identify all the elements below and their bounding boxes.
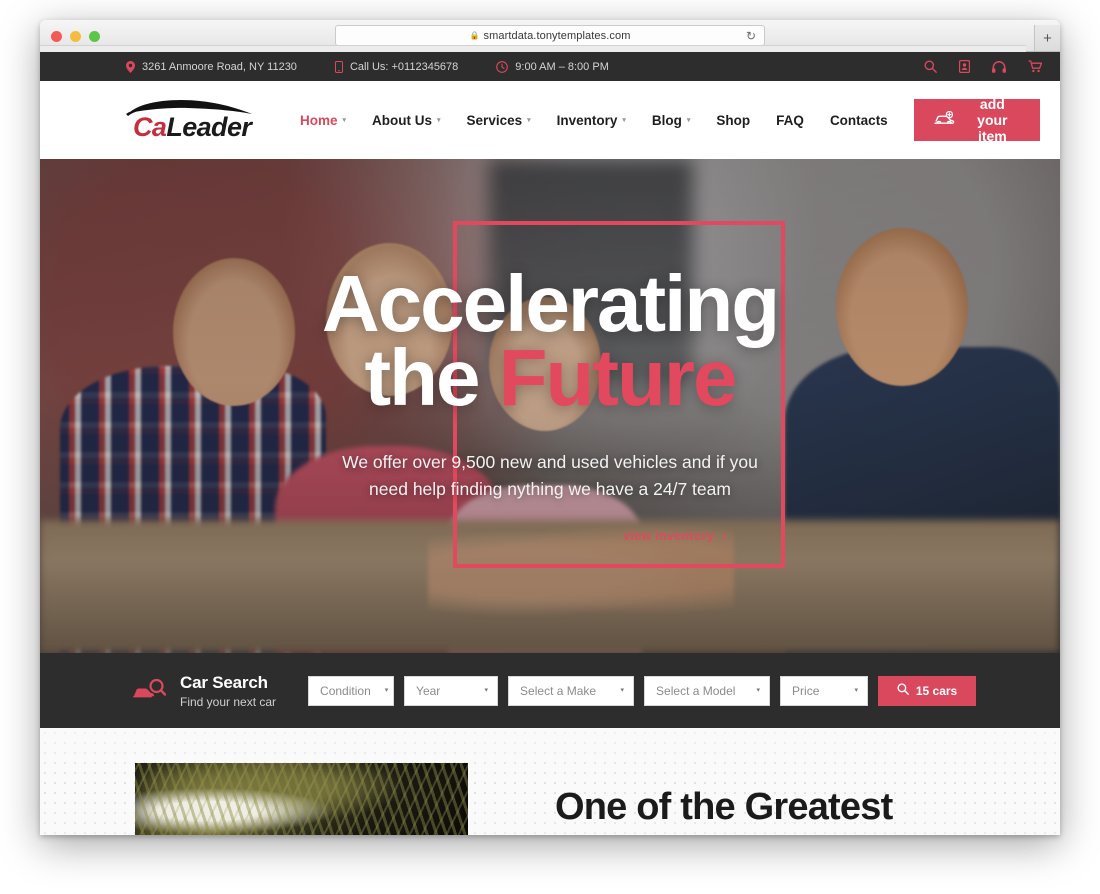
car-plus-icon: [934, 110, 955, 130]
car-search-submit-button[interactable]: 15 cars: [878, 675, 977, 706]
location-pin-icon: [126, 60, 135, 73]
chevron-down-icon: ▾: [756, 687, 761, 694]
nav-item-about-us[interactable]: About Us ▾: [372, 113, 441, 128]
nav-item-inventory[interactable]: Inventory ▾: [557, 113, 626, 128]
chevron-down-icon: ▾: [622, 116, 626, 124]
view-inventory-link[interactable]: view inventory ›: [623, 529, 727, 543]
nav-item-home[interactable]: Home ▾: [300, 113, 346, 128]
make-select-label: Select a Make: [520, 683, 597, 698]
add-your-item-button[interactable]: add your item: [913, 96, 1040, 144]
nav-label: FAQ: [776, 112, 804, 128]
new-tab-button[interactable]: +: [1034, 25, 1060, 51]
condition-select[interactable]: Condition ▾: [308, 675, 395, 706]
add-your-item-label: add your item: [977, 96, 1008, 144]
nav-label: Inventory: [556, 112, 618, 128]
nav-label: Contacts: [829, 112, 888, 128]
make-select[interactable]: Select a Make ▾: [508, 675, 635, 706]
nav-item-blog[interactable]: Blog ▾: [652, 113, 691, 128]
phone-text: Call Us: +0112345678: [349, 60, 459, 73]
model-select-label: Select a Model: [656, 683, 736, 698]
nav-item-contacts[interactable]: Contacts: [830, 113, 888, 128]
view-inventory-label: view inventory: [623, 529, 715, 544]
close-window-button[interactable]: [51, 31, 62, 42]
chevron-down-icon: ▾: [854, 687, 859, 694]
hero-title-line1: Accelerating: [321, 259, 780, 348]
nav-label: Blog: [651, 112, 682, 128]
hero-subtitle: We offer over 9,500 new and used vehicle…: [342, 451, 758, 499]
nav-label: Services: [466, 112, 523, 128]
nav-item-faq[interactable]: FAQ: [776, 113, 804, 128]
clock-icon: [496, 60, 509, 73]
chevron-down-icon: ▾: [384, 687, 389, 694]
hero-title-the: the: [364, 333, 499, 423]
web-page: 3261 Anmoore Road, NY 11230 Call Us: +01…: [40, 52, 1060, 835]
phone-info: Call Us: +0112345678: [334, 60, 459, 73]
window-traffic-lights[interactable]: [51, 31, 100, 42]
model-select[interactable]: Select a Model ▾: [644, 675, 771, 706]
chevron-down-icon: ▾: [620, 687, 625, 694]
browser-chrome-bar: 🔒 smartdata.tonytemplates.com ↻ +: [40, 20, 1060, 52]
nav-label: Home: [300, 112, 338, 128]
user-card-icon[interactable]: [959, 60, 970, 73]
address-info: 3261 Anmoore Road, NY 11230: [126, 60, 297, 73]
hours-text: 9:00 AM – 8:00 PM: [515, 60, 609, 73]
car-search-labels: Car Search Find your next car: [180, 673, 276, 709]
car-search-title: Car Search: [180, 672, 268, 692]
below-fold-section: One of the Greatest: [40, 728, 1060, 835]
reload-icon[interactable]: ↻: [746, 30, 756, 43]
url-text: smartdata.tonytemplates.com: [483, 29, 631, 42]
condition-select-label: Condition: [320, 683, 371, 698]
address-text: 3261 Anmoore Road, NY 11230: [142, 60, 297, 73]
logo-text-part1: Ca: [133, 112, 167, 142]
nav-item-services[interactable]: Services ▾: [467, 113, 531, 128]
price-select-label: Price: [792, 683, 820, 698]
car-search-bar: Car Search Find your next car Condition …: [40, 653, 1060, 728]
chevron-right-icon: ›: [722, 529, 727, 544]
hero-title: Accelerating the Future: [321, 259, 780, 418]
topbar-icon-group: [924, 60, 1042, 73]
year-select[interactable]: Year ▾: [404, 675, 499, 706]
year-select-label: Year: [416, 683, 441, 698]
lock-icon: 🔒: [469, 30, 480, 40]
browser-tab-strip: [40, 45, 1026, 52]
logo-text-part2: Leader: [166, 112, 252, 142]
section-photo: [135, 763, 468, 835]
chevron-down-icon: ▾: [342, 116, 347, 124]
hero-content: Accelerating the Future We offer over 9,…: [40, 159, 1060, 653]
chevron-down-icon: ▾: [437, 116, 441, 124]
nav-label: About Us: [372, 112, 433, 128]
price-select[interactable]: Price ▾: [780, 675, 869, 706]
nav-item-shop[interactable]: Shop: [716, 113, 750, 128]
minimize-window-button[interactable]: [70, 31, 81, 42]
hero-title-future: Future: [498, 333, 738, 423]
car-search-icon: [132, 678, 166, 704]
browser-window: 🔒 smartdata.tonytemplates.com ↻ + 3261 A…: [40, 20, 1060, 835]
chevron-down-icon: ▾: [686, 116, 691, 124]
address-bar[interactable]: 🔒 smartdata.tonytemplates.com ↻: [335, 25, 765, 46]
hero-title-line2: the Future: [322, 338, 778, 418]
hours-info: 9:00 AM – 8:00 PM: [496, 61, 609, 73]
nav-label: Shop: [716, 112, 751, 128]
car-search-subtitle: Find your next car: [180, 694, 277, 709]
site-header: CaLeader Home ▾ About Us ▾ Services ▾ In…: [40, 81, 1060, 159]
hero-banner: Accelerating the Future We offer over 9,…: [40, 159, 1060, 653]
site-logo[interactable]: CaLeader: [126, 97, 268, 143]
headphones-icon[interactable]: [992, 60, 1006, 73]
main-navigation: Home ▾ About Us ▾ Services ▾ Inventory ▾…: [300, 113, 914, 128]
section-heading: One of the Greatest: [555, 786, 893, 828]
search-icon[interactable]: [924, 60, 937, 73]
cart-icon[interactable]: [1028, 60, 1042, 73]
chevron-down-icon: ▾: [484, 687, 489, 694]
car-search-submit-label: 15 cars: [915, 683, 958, 698]
mobile-phone-icon: [334, 60, 343, 73]
maximize-window-button[interactable]: [89, 31, 100, 42]
logo-wordmark: CaLeader: [133, 112, 252, 142]
top-utility-bar: 3261 Anmoore Road, NY 11230 Call Us: +01…: [40, 52, 1060, 81]
search-icon: [897, 683, 909, 698]
chevron-down-icon: ▾: [527, 116, 531, 124]
